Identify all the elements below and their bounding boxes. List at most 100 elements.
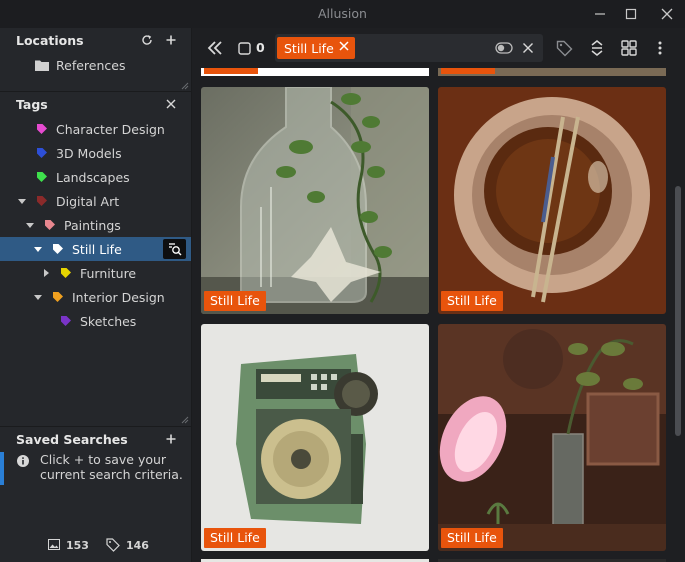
chevron-down-icon[interactable] bbox=[33, 244, 43, 254]
tag-icon bbox=[37, 196, 47, 206]
grid-icon bbox=[621, 40, 637, 56]
tag-item-still-life[interactable]: Still Life bbox=[0, 237, 191, 261]
tag-label: Paintings bbox=[64, 217, 121, 233]
tag-label: 3D Models bbox=[56, 145, 122, 161]
sort-icon bbox=[591, 40, 603, 56]
chevron-down-icon[interactable] bbox=[25, 220, 35, 230]
plus-icon bbox=[166, 35, 176, 45]
folder-icon bbox=[35, 60, 49, 71]
info-icon bbox=[17, 455, 29, 467]
thumbnail-bowl bbox=[438, 87, 666, 314]
close-icon bbox=[661, 8, 673, 20]
selection-count: 0 bbox=[256, 40, 265, 55]
double-chevron-left-icon bbox=[207, 41, 222, 55]
tag-label: Interior Design bbox=[72, 289, 165, 305]
minimize-icon bbox=[595, 13, 605, 15]
tag-badge: Still Life bbox=[441, 528, 503, 548]
tag-item-interior-design[interactable]: Interior Design bbox=[0, 285, 191, 309]
minimize-button[interactable] bbox=[586, 4, 614, 24]
tag-item-furniture[interactable]: Furniture bbox=[0, 261, 191, 285]
clear-tags-button[interactable] bbox=[163, 96, 179, 112]
close-window-button[interactable] bbox=[653, 4, 681, 24]
locations-header[interactable]: Locations bbox=[0, 28, 192, 52]
tag-selected-button[interactable] bbox=[555, 39, 573, 57]
tags-title: Tags bbox=[16, 96, 48, 112]
search-by-tag-button[interactable] bbox=[163, 239, 186, 259]
image-count: 153 bbox=[66, 539, 89, 552]
info-accent-bar bbox=[0, 452, 4, 485]
chevron-right-icon[interactable] bbox=[41, 268, 51, 278]
gallery-scrollbar[interactable] bbox=[675, 186, 681, 436]
sort-button[interactable] bbox=[589, 39, 605, 57]
close-icon bbox=[166, 99, 176, 109]
thumbnail-glass-bottle bbox=[201, 87, 429, 314]
tag-icon bbox=[45, 220, 55, 230]
select-all-checkbox[interactable] bbox=[237, 41, 251, 55]
gallery-item[interactable]: Still Life bbox=[438, 324, 666, 551]
add-location-button[interactable] bbox=[163, 32, 179, 48]
tag-icon bbox=[37, 124, 47, 134]
add-saved-search-button[interactable] bbox=[163, 431, 179, 447]
toggle-icon bbox=[495, 42, 513, 54]
chevron-down-icon[interactable] bbox=[33, 292, 43, 302]
tags-header[interactable]: Tags bbox=[0, 92, 192, 116]
maximize-button[interactable] bbox=[617, 4, 645, 24]
tag-icon bbox=[37, 172, 47, 182]
more-options-button[interactable] bbox=[654, 39, 666, 57]
gallery-item[interactable]: Still Life bbox=[438, 87, 666, 314]
location-label: References bbox=[56, 57, 126, 73]
tag-badge: Still Life bbox=[441, 291, 503, 311]
gallery-item-partial[interactable] bbox=[201, 68, 429, 76]
tag-label: Character Design bbox=[56, 121, 165, 137]
sidebar: Locations References Tags Character Desi… bbox=[0, 28, 192, 562]
layout-grid-button[interactable] bbox=[620, 39, 638, 57]
gallery[interactable]: Still Life Still Life Still Life Still L… bbox=[193, 68, 673, 562]
maximize-icon bbox=[625, 8, 637, 20]
library-stats: 153 146 bbox=[0, 536, 191, 556]
close-icon bbox=[523, 43, 533, 53]
tag-icon bbox=[53, 292, 63, 302]
tag-item-digital-art[interactable]: Digital Art bbox=[0, 189, 191, 213]
toggle-match-button[interactable] bbox=[495, 40, 513, 56]
saved-search-empty-notice: Click + to save your current search crit… bbox=[0, 452, 191, 485]
resize-grip-icon[interactable] bbox=[181, 416, 189, 424]
gallery-item[interactable]: Still Life bbox=[201, 324, 429, 551]
search-bar[interactable]: Still Life bbox=[275, 34, 543, 62]
tag-item-character-design[interactable]: Character Design bbox=[0, 117, 191, 141]
tag-label: Landscapes bbox=[56, 169, 130, 185]
tag-label: Sketches bbox=[80, 313, 137, 329]
thumbnail-lamp bbox=[438, 324, 666, 551]
tag-label: Digital Art bbox=[56, 193, 120, 209]
tag-item-landscapes[interactable]: Landscapes bbox=[0, 165, 191, 189]
locations-title: Locations bbox=[16, 32, 84, 48]
refresh-locations-button[interactable] bbox=[139, 32, 155, 48]
location-item-references[interactable]: References bbox=[0, 53, 191, 77]
clear-search-button[interactable] bbox=[521, 41, 535, 55]
resize-grip-icon[interactable] bbox=[181, 82, 189, 90]
collapse-sidebar-button[interactable] bbox=[207, 40, 223, 56]
remove-chip-icon[interactable] bbox=[339, 41, 349, 51]
tag-icon bbox=[61, 316, 71, 326]
toolbar: 0 Still Life bbox=[193, 28, 685, 68]
tag-badge: Still Life bbox=[204, 528, 266, 548]
tag-label: Furniture bbox=[80, 265, 137, 281]
chevron-down-icon[interactable] bbox=[17, 196, 27, 206]
gallery-item-partial[interactable] bbox=[438, 68, 666, 76]
tag-item-sketches[interactable]: Sketches bbox=[0, 309, 191, 333]
tag-icon bbox=[61, 268, 71, 278]
image-icon bbox=[48, 539, 60, 550]
tag-icon bbox=[53, 244, 63, 254]
title-bar: Allusion bbox=[0, 0, 685, 28]
tag-count: 146 bbox=[126, 539, 149, 552]
saved-searches-header[interactable]: Saved Searches bbox=[0, 427, 192, 451]
saved-search-empty-text: Click + to save your current search crit… bbox=[40, 452, 183, 482]
more-vertical-icon bbox=[658, 41, 662, 55]
tag-item-paintings[interactable]: Paintings bbox=[0, 213, 191, 237]
plus-icon bbox=[166, 434, 176, 444]
search-criteria-chip[interactable]: Still Life bbox=[277, 37, 355, 59]
checkbox-icon bbox=[237, 41, 251, 55]
tag-item-3d-models[interactable]: 3D Models bbox=[0, 141, 191, 165]
gallery-item[interactable]: Still Life bbox=[201, 87, 429, 314]
tag-icon bbox=[37, 148, 47, 158]
window-title: Allusion bbox=[318, 6, 367, 21]
